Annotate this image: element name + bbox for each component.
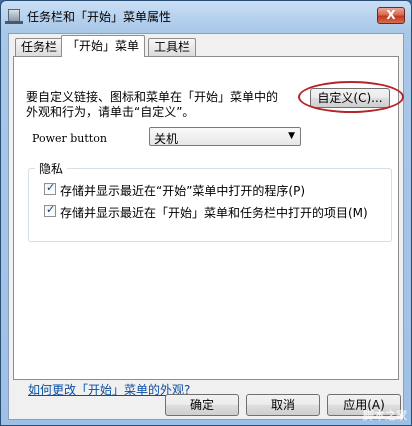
dialog-body: 任务栏 「开始」菜单 工具栏 要自定义链接、图标和菜单在「开始」菜单中的 外观和… bbox=[8, 33, 404, 420]
privacy-group-title: 隐私 bbox=[35, 160, 68, 177]
watermark: 脚本之家 bbox=[363, 409, 407, 422]
recent-programs-label: 存储并显示最近在“开始”菜单中打开的程序(P) bbox=[60, 184, 306, 198]
description-line-2: 外观和行为，请单击“自定义”。 bbox=[26, 105, 195, 119]
recent-items-checkbox[interactable]: ✓ bbox=[44, 203, 56, 217]
checkmark-icon: ✓ bbox=[46, 203, 56, 216]
properties-dialog: 任务栏和「开始」菜单属性 X 任务栏 「开始」菜单 工具栏 要自定义链接、图标和… bbox=[0, 0, 412, 426]
power-button-label: Power button bbox=[32, 132, 107, 145]
title-bar[interactable]: 任务栏和「开始」菜单属性 X bbox=[1, 1, 411, 31]
power-button-value: 关机 bbox=[154, 132, 179, 146]
checkmark-icon: ✓ bbox=[46, 181, 56, 194]
recent-programs-checkbox[interactable]: ✓ bbox=[44, 181, 56, 195]
description-line-1: 要自定义链接、图标和菜单在「开始」菜单中的 bbox=[26, 90, 279, 104]
customize-description: 要自定义链接、图标和菜单在「开始」菜单中的 外观和行为，请单击“自定义”。 bbox=[26, 90, 306, 120]
start-menu-panel: 要自定义链接、图标和菜单在「开始」菜单中的 外观和行为，请单击“自定义”。 自定… bbox=[13, 56, 404, 397]
ok-button[interactable]: 确定 bbox=[165, 394, 239, 416]
tab-start-menu[interactable]: 「开始」菜单 bbox=[61, 35, 146, 57]
power-button-select[interactable]: 关机 ▼ bbox=[149, 127, 301, 146]
chevron-down-icon: ▼ bbox=[288, 131, 295, 141]
recent-items-label: 存储并显示最近在「开始」菜单和任务栏中打开的项目(M) bbox=[60, 206, 368, 220]
close-button[interactable]: X bbox=[377, 7, 405, 24]
window-title: 任务栏和「开始」菜单属性 bbox=[27, 10, 172, 24]
taskbar-icon bbox=[5, 9, 23, 24]
customize-button[interactable]: 自定义(C)... bbox=[310, 88, 390, 108]
tab-toolbars[interactable]: 工具栏 bbox=[148, 38, 197, 56]
tab-taskbar[interactable]: 任务栏 bbox=[15, 38, 64, 56]
cancel-button[interactable]: 取消 bbox=[246, 394, 320, 416]
